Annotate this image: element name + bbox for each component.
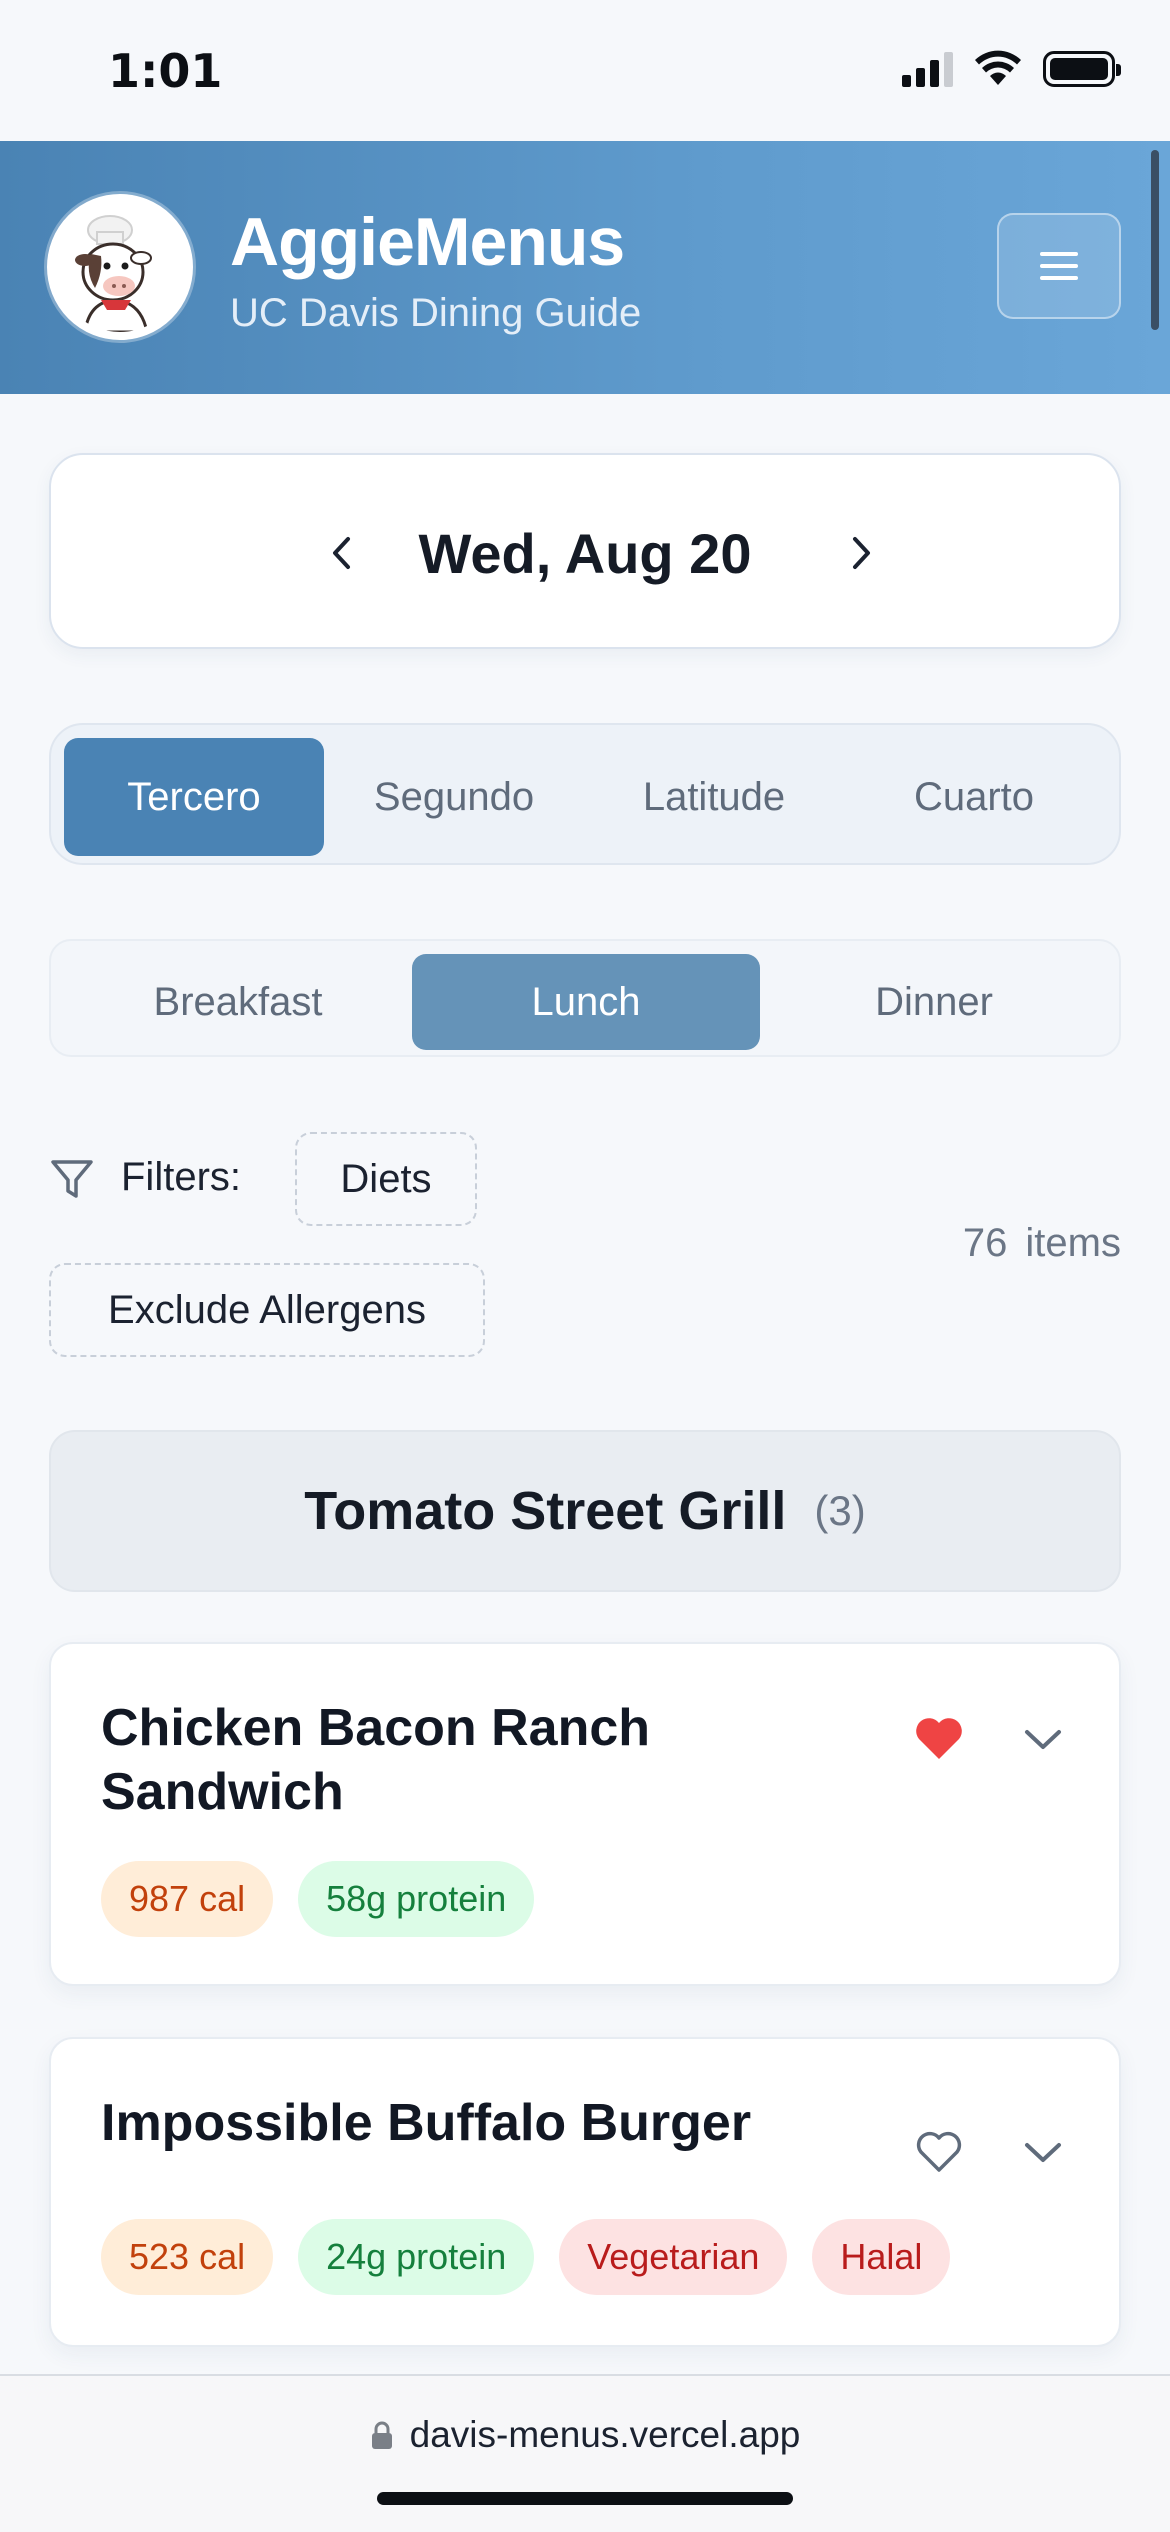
protein-badge: 24g protein (298, 2219, 535, 2295)
tab-lunch[interactable]: Lunch (412, 954, 760, 1050)
exclude-allergens-button[interactable]: Exclude Allergens (49, 1263, 485, 1357)
url-display[interactable]: davis-menus.vercel.app (0, 2414, 1170, 2456)
item-tags: 987 cal 58g protein (101, 1861, 535, 1937)
app-header: AggieMenus UC Davis Dining Guide (0, 141, 1170, 394)
filters-label: Filters: (121, 1155, 241, 1199)
browser-url-bar[interactable]: davis-menus.vercel.app (0, 2374, 1170, 2532)
status-time: 1:01 (108, 44, 223, 98)
menu-item-name: Chicken Bacon Ranch Sandwich (101, 1699, 651, 1821)
tab-dinner[interactable]: Dinner (760, 954, 1108, 1050)
heart-filled-icon[interactable] (913, 1714, 965, 1762)
meal-tabs: Breakfast Lunch Dinner (49, 939, 1121, 1057)
item-tags: 523 cal 24g protein Vegetarian Halal (101, 2219, 951, 2295)
date-selector: Wed, Aug 20 (49, 453, 1121, 649)
item-count-unit: items (1025, 1221, 1121, 1265)
station-title: Tomato Street Grill (304, 1481, 787, 1541)
diets-filter-button[interactable]: Diets (295, 1132, 477, 1226)
menu-item-name: Impossible Buffalo Burger (101, 2094, 752, 2152)
dining-hall-tabs: Tercero Segundo Latitude Cuarto (49, 723, 1121, 865)
chevron-right-icon (853, 537, 870, 569)
tab-segundo[interactable]: Segundo (324, 738, 584, 856)
lock-icon (371, 2421, 392, 2449)
heart-outline-icon[interactable] (913, 2127, 965, 2175)
status-bar: 1:01 (0, 0, 1170, 141)
protein-badge: 58g protein (298, 1861, 535, 1937)
current-date: Wed, Aug 20 (418, 522, 752, 585)
tab-latitude[interactable]: Latitude (584, 738, 844, 856)
hamburger-icon (1040, 252, 1078, 280)
home-indicator[interactable] (377, 2492, 793, 2505)
status-icons (902, 50, 1121, 88)
menu-item-card[interactable]: Impossible Buffalo Burger 523 cal 24g pr… (49, 2037, 1121, 2347)
tab-cuarto[interactable]: Cuarto (844, 738, 1104, 856)
cellular-signal-icon (902, 51, 953, 87)
station-item-count: (3) (814, 1487, 866, 1534)
next-day-button[interactable] (832, 523, 892, 583)
menu-button[interactable] (997, 213, 1121, 319)
calorie-badge: 987 cal (101, 1861, 274, 1937)
app-subtitle: UC Davis Dining Guide (230, 291, 642, 335)
item-count: 76 items (963, 1221, 1121, 1266)
tab-tercero[interactable]: Tercero (64, 738, 324, 856)
chevron-down-icon[interactable] (1021, 1724, 1065, 1754)
battery-icon (1043, 51, 1121, 87)
diet-badge-vegetarian: Vegetarian (559, 2219, 788, 2295)
cow-chef-icon[interactable] (47, 194, 193, 340)
menu-item-card[interactable]: Chicken Bacon Ranch Sandwich 987 cal 58g… (49, 1642, 1121, 1986)
chevron-down-icon[interactable] (1021, 2137, 1065, 2167)
item-count-number: 76 (962, 1221, 1008, 1265)
scrollbar-thumb[interactable] (1151, 150, 1159, 330)
filter-icon (51, 1160, 93, 1198)
url-text: davis-menus.vercel.app (409, 2414, 801, 2455)
app-title: AggieMenus (230, 204, 625, 280)
tab-breakfast[interactable]: Breakfast (64, 954, 412, 1050)
diet-badge-halal: Halal (812, 2219, 951, 2295)
wifi-icon (975, 50, 1021, 85)
calorie-badge: 523 cal (101, 2219, 274, 2295)
station-header[interactable]: Tomato Street Grill (3) (49, 1430, 1121, 1592)
